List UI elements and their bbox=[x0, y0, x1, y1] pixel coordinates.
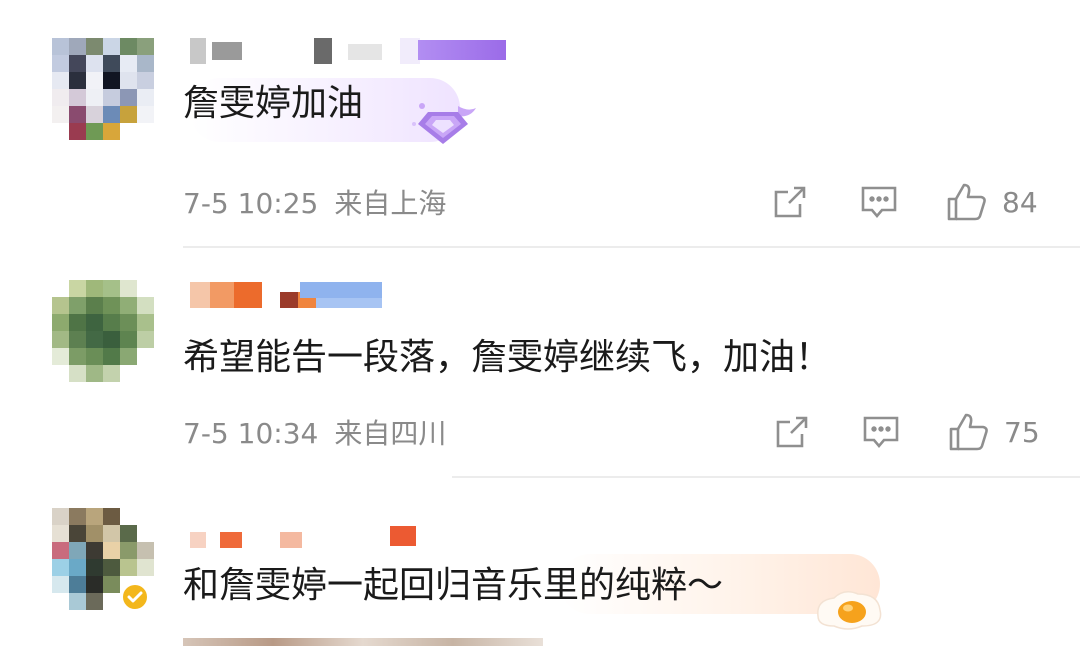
username[interactable] bbox=[190, 522, 430, 548]
share-icon bbox=[774, 186, 806, 218]
thumbs-up-icon bbox=[947, 183, 986, 221]
avatar[interactable] bbox=[52, 38, 156, 142]
verified-badge-icon bbox=[120, 582, 150, 616]
comment-meta: 7-5 10:34 来自四川 bbox=[183, 416, 446, 452]
comment-item: 和詹雯婷一起回归音乐里的纯粹～ bbox=[0, 478, 1080, 646]
comment-location: 来自四川 bbox=[334, 417, 447, 450]
comment-time: 7-5 10:25 bbox=[183, 187, 319, 220]
diamond-badge-icon bbox=[408, 98, 480, 154]
like-button[interactable]: 84 bbox=[946, 182, 1038, 222]
thumbs-up-icon bbox=[949, 413, 988, 451]
blurred-image-strip bbox=[183, 638, 543, 646]
like-count: 75 bbox=[1004, 415, 1040, 449]
comment-button[interactable] bbox=[862, 414, 900, 450]
avatar[interactable] bbox=[52, 280, 156, 384]
comment-meta: 7-5 10:25 来自上海 bbox=[183, 186, 446, 222]
username[interactable] bbox=[190, 38, 510, 64]
share-icon bbox=[776, 416, 808, 448]
comment-button[interactable] bbox=[860, 184, 898, 220]
share-button[interactable] bbox=[772, 184, 808, 220]
fried-egg-icon bbox=[812, 586, 886, 636]
comment-icon bbox=[861, 186, 897, 219]
username[interactable] bbox=[190, 282, 390, 308]
comment-item: 希望能告一段落，詹雯婷继续飞，加油！ 7-5 10:34 来自四川 75 bbox=[0, 248, 1080, 478]
like-count: 84 bbox=[1002, 185, 1038, 219]
comment-icon bbox=[863, 416, 899, 449]
comment-item: 詹雯婷加油 7-5 10:25 来自上海 84 bbox=[0, 0, 1080, 248]
share-button[interactable] bbox=[774, 414, 810, 450]
comment-location: 来自上海 bbox=[334, 187, 447, 220]
comment-text: 和詹雯婷一起回归音乐里的纯粹～ bbox=[183, 565, 724, 606]
like-button[interactable]: 75 bbox=[948, 412, 1040, 452]
comment-time: 7-5 10:34 bbox=[183, 417, 319, 450]
comment-text: 希望能告一段落，詹雯婷继续飞，加油！ bbox=[183, 337, 832, 378]
comment-text: 詹雯婷加油 bbox=[183, 83, 364, 124]
